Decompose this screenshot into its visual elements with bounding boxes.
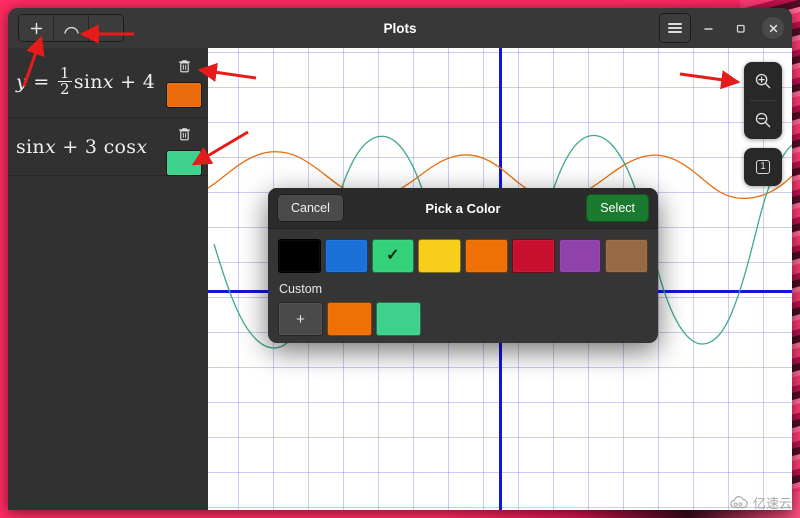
color-swatch-yellow[interactable] — [418, 239, 461, 273]
equation-1-tail: + 4 — [120, 71, 155, 93]
color-swatch-blue[interactable] — [325, 239, 368, 273]
minimize-button[interactable] — [693, 14, 723, 42]
undo-button[interactable] — [54, 15, 89, 41]
color-swatch-brown[interactable] — [605, 239, 648, 273]
color-swatch-orange[interactable] — [465, 239, 508, 273]
color-swatch-purple[interactable] — [559, 239, 602, 273]
equation-formula-2: sinx + 3 cosx — [16, 136, 147, 158]
add-equation-button[interactable] — [19, 15, 54, 41]
reset-zoom-button[interactable]: 1 — [744, 148, 782, 186]
custom-section-label: Custom — [279, 282, 648, 296]
reset-zoom-label: 1 — [756, 160, 770, 174]
color-palette-row: ✓ — [278, 239, 648, 273]
add-custom-color-button[interactable]: + — [278, 302, 323, 336]
color-swatch-green[interactable]: ✓ — [372, 239, 415, 273]
equation-formula-1: y = 1 2 sinx + 4 — [16, 67, 155, 99]
cancel-button[interactable]: Cancel — [277, 194, 344, 222]
hamburger-menu-icon — [668, 21, 682, 35]
equation-row-2[interactable]: sinx + 3 cosx — [8, 118, 208, 176]
equation-2-variable-b: x — [136, 136, 147, 158]
undo-arc-icon — [63, 22, 80, 35]
equation-1-color-swatch[interactable] — [166, 82, 202, 108]
color-swatch-black[interactable] — [278, 239, 321, 273]
close-icon — [768, 23, 779, 34]
custom-color-swatch-green[interactable] — [376, 302, 421, 336]
equation-2-rest: + 3 cos — [62, 136, 136, 158]
equation-2-controls — [166, 122, 202, 176]
equation-sidebar: y = 1 2 sinx + 4 — [8, 48, 209, 510]
zoom-in-button[interactable] — [744, 62, 782, 100]
equation-1-variable: x — [103, 71, 114, 93]
color-swatch-red[interactable] — [512, 239, 555, 273]
maximize-button[interactable] — [725, 14, 755, 42]
redo-button[interactable] — [89, 15, 123, 41]
plus-icon: + — [296, 311, 305, 328]
equation-1-denominator: 2 — [58, 82, 72, 97]
equation-2-function: sin — [16, 136, 45, 158]
plots-application-window: Plots — [8, 8, 792, 510]
zoom-controls — [744, 62, 782, 139]
equation-1-controls — [166, 54, 202, 108]
header-controls-right — [659, 13, 784, 43]
equation-2-delete-button[interactable] — [167, 122, 201, 146]
watermark: 亿速云 — [729, 493, 792, 512]
header-toolbar-left — [18, 14, 124, 42]
main-menu-button[interactable] — [659, 13, 691, 43]
trash-icon — [178, 127, 191, 142]
cloud-logo-icon — [729, 496, 749, 510]
equation-row-1[interactable]: y = 1 2 sinx + 4 — [8, 48, 208, 118]
custom-color-row: + — [278, 302, 648, 336]
trash-icon — [178, 59, 191, 74]
close-button[interactable] — [762, 17, 784, 39]
minimize-icon — [702, 22, 715, 35]
window-header-bar: Plots — [8, 8, 792, 49]
equation-1-fraction: 1 2 — [58, 66, 72, 98]
equation-2-color-swatch[interactable] — [166, 150, 202, 176]
equation-1-function: sin — [74, 71, 103, 93]
watermark-text: 亿速云 — [753, 493, 792, 512]
dialog-body: ✓ Custom + — [268, 229, 658, 336]
equation-2-variable-a: x — [45, 136, 56, 158]
color-picker-dialog: Cancel Pick a Color Select ✓ Custom + — [268, 188, 658, 343]
toolbar-button-group — [18, 14, 124, 42]
maximize-icon — [734, 22, 747, 35]
dialog-header: Cancel Pick a Color Select — [268, 188, 658, 229]
selected-check-icon: ✓ — [386, 248, 399, 264]
zoom-in-icon — [754, 72, 772, 90]
select-button[interactable]: Select — [586, 194, 649, 222]
equation-1-delete-button[interactable] — [167, 54, 201, 78]
zoom-out-icon — [754, 111, 772, 129]
plus-icon — [30, 22, 43, 35]
zoom-out-button[interactable] — [744, 101, 782, 139]
custom-color-swatch-orange[interactable] — [327, 302, 372, 336]
equation-1-equals: = — [33, 71, 49, 93]
equation-1-lhs: y — [16, 71, 27, 93]
